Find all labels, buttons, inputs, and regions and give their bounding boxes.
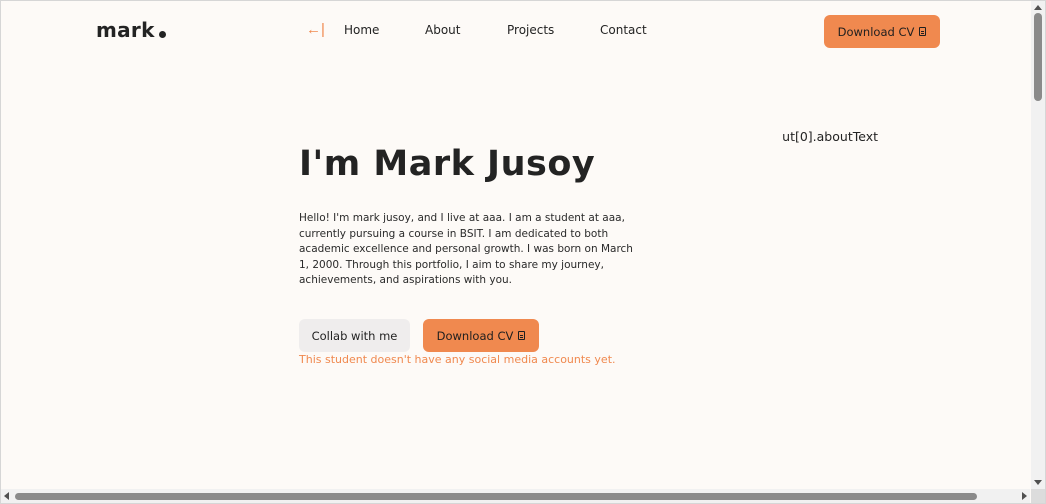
collapse-arrow-icon[interactable]: ←| (306, 21, 325, 38)
scroll-right-arrow-icon[interactable] (1022, 492, 1027, 500)
hero-description: Hello! I'm mark jusoy, and I live at aaa… (299, 212, 633, 287)
hero-download-cv-button[interactable]: Download CV (423, 319, 539, 352)
header-download-cv-button[interactable]: Download CV (824, 15, 940, 48)
scroll-up-arrow-icon[interactable] (1034, 5, 1042, 10)
collab-button[interactable]: Collab with me (299, 319, 410, 352)
hero-download-cv-label: Download CV (436, 328, 514, 343)
horizontal-scrollbar-thumb[interactable] (15, 493, 977, 500)
logo-dot (158, 31, 166, 38)
scroll-down-arrow-icon[interactable] (1034, 480, 1042, 485)
unrendered-about-text: about[0].aboutText (782, 129, 882, 145)
unrendered-about-text-value: about[0].aboutText (782, 129, 878, 144)
vertical-scrollbar-thumb[interactable] (1034, 13, 1042, 101)
header-download-cv-label: Download CV (837, 24, 915, 39)
social-media-notice: This student doesn't have any social med… (299, 353, 616, 366)
document-icon (518, 331, 526, 340)
logo-text: mark (96, 18, 155, 42)
nav-contact[interactable]: Contact (600, 23, 647, 37)
vertical-scrollbar[interactable] (1031, 1, 1045, 489)
logo[interactable]: mark (96, 18, 166, 42)
hero-title: I'm Mark Jusoy (299, 144, 596, 184)
scroll-left-arrow-icon[interactable] (4, 492, 9, 500)
horizontal-scrollbar[interactable] (1, 489, 1030, 503)
document-icon (919, 27, 927, 36)
scrollbar-corner (1031, 489, 1045, 503)
nav-projects[interactable]: Projects (507, 23, 554, 37)
nav-about[interactable]: About (425, 23, 460, 37)
nav-home[interactable]: Home (344, 23, 379, 37)
